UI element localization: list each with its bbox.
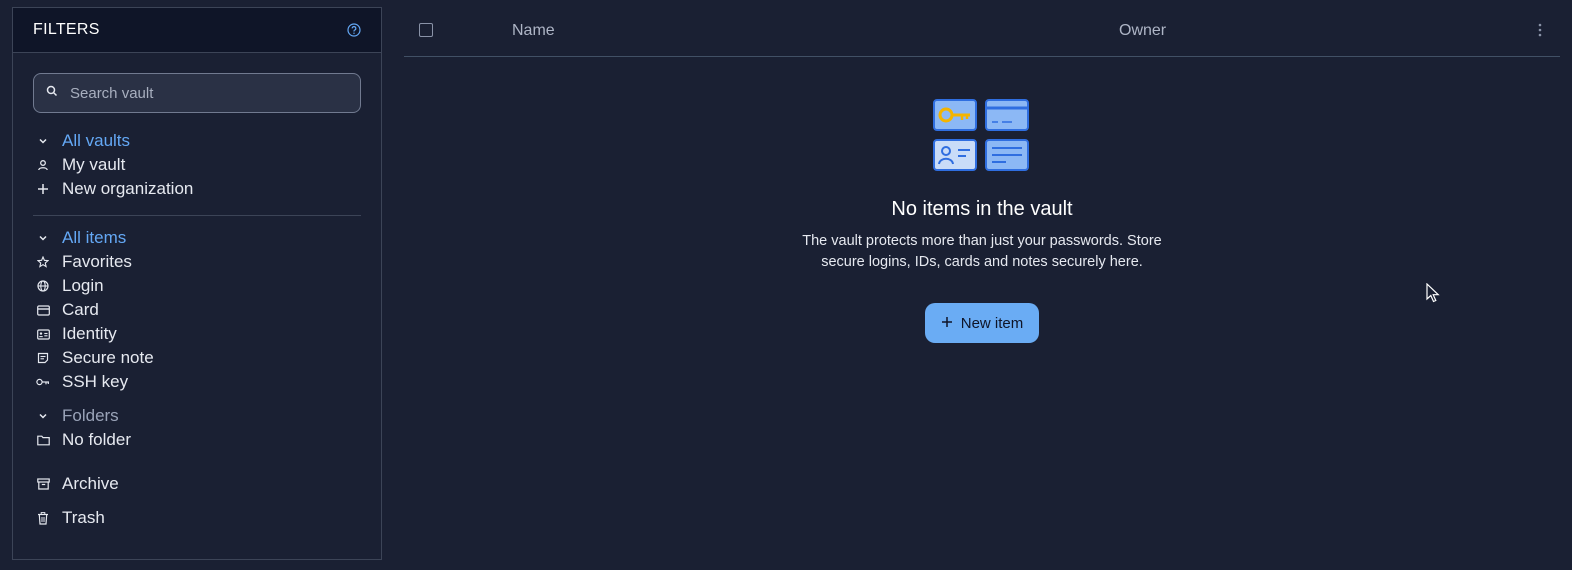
search-box[interactable] [33,73,361,113]
note-icon [33,352,53,364]
plus-icon [33,183,53,195]
filters-panel: FILTERS All vaults My vault New [12,7,382,560]
star-icon [33,256,53,268]
folders-item[interactable]: Folders [33,404,361,428]
login-label: Login [62,276,104,295]
help-icon[interactable] [347,23,361,37]
trash-item[interactable]: Trash [33,506,361,530]
no-folder-label: No folder [62,430,131,449]
filters-header: FILTERS [13,8,381,53]
key-icon [33,377,53,387]
ssh-key-item[interactable]: SSH key [33,370,361,394]
login-item[interactable]: Login [33,274,361,298]
archive-list: Archive [13,472,381,496]
card-label: Card [62,300,99,319]
favorites-item[interactable]: Favorites [33,250,361,274]
no-folder-item[interactable]: No folder [33,428,361,452]
all-vaults-label: All vaults [62,131,131,150]
folders-label: Folders [62,406,119,425]
my-vault-label: My vault [62,155,126,174]
search-input[interactable] [68,83,348,103]
all-items-item[interactable]: All items [33,226,361,250]
globe-icon [33,280,53,292]
secure-note-label: Secure note [62,348,154,367]
identity-item[interactable]: Identity [33,322,361,346]
column-owner-header[interactable]: Owner [1119,22,1166,40]
new-item-label: New item [960,314,1024,332]
select-all-checkbox[interactable] [419,23,433,37]
chevron-down-icon[interactable] [33,411,53,421]
types-list: All items Favorites Login Card Identity [13,226,381,394]
id-card-icon [33,328,53,340]
trash-list: Trash [13,506,381,530]
trash-icon [33,511,53,525]
empty-state: No items in the vault The vault protects… [760,96,1204,343]
trash-label: Trash [62,508,105,527]
empty-state-title: No items in the vault [891,198,1073,220]
archive-icon [33,478,53,490]
column-name-header[interactable]: Name [512,22,555,40]
ssh-key-label: SSH key [62,372,129,391]
mouse-cursor-icon [1426,282,1440,308]
all-vaults-item[interactable]: All vaults [33,129,361,153]
archive-label: Archive [62,474,119,493]
new-organization-item[interactable]: New organization [33,177,361,201]
credit-card-icon [33,304,53,316]
plus-icon [941,315,953,332]
chevron-down-icon[interactable] [33,136,53,146]
card-item[interactable]: Card [33,298,361,322]
new-item-button[interactable]: New item [924,303,1040,343]
vault-items-illustration [932,96,1032,176]
vaults-list: All vaults My vault New organization [13,129,381,201]
folders-list: Folders No folder [13,404,381,452]
my-vault-item[interactable]: My vault [33,153,361,177]
user-icon [33,159,53,171]
archive-item[interactable]: Archive [33,472,361,496]
search-icon [46,84,58,102]
divider [33,215,361,216]
favorites-label: Favorites [62,252,132,271]
folder-icon [33,435,53,446]
empty-state-description: The vault protects more than just your p… [802,233,1162,270]
all-items-label: All items [62,228,127,247]
table-header: Name Owner [404,8,1560,57]
chevron-down-icon[interactable] [33,233,53,243]
identity-label: Identity [62,324,117,343]
more-options-icon[interactable] [1532,23,1548,39]
secure-note-item[interactable]: Secure note [33,346,361,370]
new-organization-label: New organization [62,179,194,198]
filters-title: FILTERS [33,21,100,38]
